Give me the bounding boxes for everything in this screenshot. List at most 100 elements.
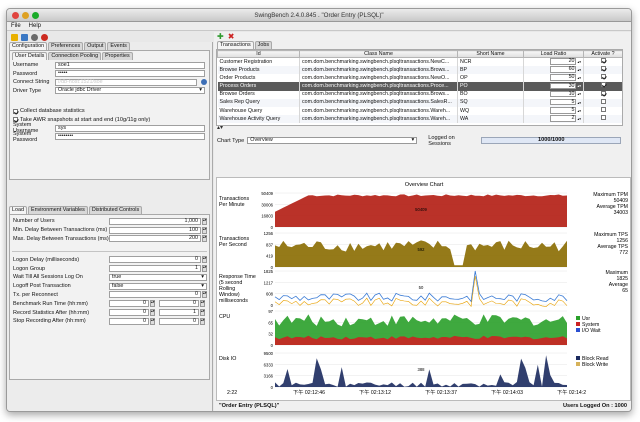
users-spinner[interactable]: 1,000 <box>109 217 201 225</box>
table-row[interactable]: Customer Registration com.dom.benchmarkin… <box>217 57 622 66</box>
tab-user-details[interactable]: User Details <box>12 52 48 60</box>
col-id[interactable]: Id <box>217 50 300 58</box>
activate-checkbox[interactable] <box>600 98 606 104</box>
load-ratio-stepper[interactable]: ▴▾ <box>577 92 581 96</box>
min-delay-spinner[interactable]: 100 <box>109 226 201 234</box>
load-ratio-stepper[interactable]: ▴▾ <box>577 109 581 113</box>
sys-username-field[interactable]: sys <box>55 124 205 132</box>
tab-load[interactable]: Load <box>9 206 27 214</box>
activate-checkbox[interactable] <box>600 58 606 63</box>
max-delay-stepper[interactable]: ▴▾ <box>202 235 207 243</box>
refresh-icon[interactable] <box>31 33 38 41</box>
load-ratio-spinner[interactable]: 50 <box>550 74 577 81</box>
stop-minutes-stepper[interactable]: ▴▾ <box>200 317 205 325</box>
tick-label: 65 <box>268 320 273 325</box>
menu-file[interactable]: File <box>11 23 21 29</box>
connect-string-field[interactable]: //db-host:1521/soe <box>55 78 197 86</box>
load-ratio-stepper[interactable]: ▴▾ <box>577 117 581 121</box>
table-row[interactable]: Process Orders com.dom.benchmarking.swing… <box>217 82 622 91</box>
min-delay-stepper[interactable]: ▴▾ <box>202 226 207 234</box>
logon-delay-spinner[interactable]: 0 <box>109 256 201 264</box>
password-field[interactable]: ••••• <box>55 70 205 78</box>
stop-icon[interactable] <box>41 33 48 41</box>
connection-test-icon[interactable] <box>201 79 207 86</box>
splitter-handle-icon[interactable]: ▴▾ <box>217 124 223 131</box>
load-ratio-spinner[interactable]: 60 <box>550 66 577 73</box>
save-icon[interactable] <box>21 33 28 41</box>
activate-checkbox[interactable] <box>600 66 606 72</box>
wait-select[interactable]: true ▾ <box>109 273 207 281</box>
load-ratio-stepper[interactable]: ▴▾ <box>577 76 581 80</box>
load-ratio-stepper[interactable]: ▴▾ <box>577 60 581 64</box>
logon-group-spinner[interactable]: 1 <box>109 265 201 273</box>
tab-distributed-controls[interactable]: Distributed Controls <box>88 206 143 214</box>
reconnect-spinner[interactable]: 0 <box>109 291 201 299</box>
row-class: com.dom.benchmarking.swingbench.plsqltra… <box>299 74 458 83</box>
runtime-minutes-stepper[interactable]: ▴▾ <box>200 300 205 308</box>
activate-checkbox[interactable] <box>600 74 606 80</box>
stop-hours[interactable]: 0 <box>109 317 149 325</box>
col-short[interactable]: Short Name <box>457 50 524 58</box>
load-ratio-spinner[interactable]: 30 <box>550 82 577 90</box>
logoff-select[interactable]: false ▾ <box>109 282 207 290</box>
logon-group-stepper[interactable]: ▴▾ <box>202 265 207 273</box>
runtime-hours[interactable]: 0 <box>109 300 149 308</box>
table-row[interactable]: Order Products com.dom.benchmarking.swing… <box>217 74 622 83</box>
runtime-hours-stepper[interactable]: ▴▾ <box>150 300 155 308</box>
table-row[interactable]: Sales Rep Query com.dom.benchmarking.swin… <box>217 98 622 107</box>
activate-checkbox[interactable] <box>600 82 606 88</box>
load-ratio-stepper[interactable]: ▴▾ <box>577 101 581 105</box>
load-ratio-spinner[interactable]: 5 <box>550 99 577 106</box>
users-stepper[interactable]: ▴▾ <box>202 217 207 225</box>
table-row[interactable]: Browse Orders com.dom.benchmarking.swingb… <box>217 90 622 99</box>
record-hours[interactable]: 0 <box>109 309 149 317</box>
tab-environment-variables[interactable]: Environment Variables <box>28 206 88 214</box>
record-minutes[interactable]: 1 <box>159 309 199 317</box>
activate-checkbox[interactable] <box>600 115 606 121</box>
load-ratio-spinner[interactable]: 2 <box>550 115 577 122</box>
awr-checkbox[interactable] <box>13 117 18 123</box>
record-minutes-stepper[interactable]: ▴▾ <box>200 309 205 317</box>
load-ratio-spinner[interactable]: 20 <box>550 58 577 65</box>
driver-select[interactable]: Oracle jdbc Driver ▾ <box>55 87 205 95</box>
tab-output[interactable]: Output <box>84 42 107 50</box>
record-hours-stepper[interactable]: ▴▾ <box>150 309 155 317</box>
load-ratio-spinner[interactable]: 5 <box>550 107 577 114</box>
table-row[interactable]: Warehouse Activity Query com.dom.benchmar… <box>217 115 622 124</box>
open-icon[interactable] <box>11 33 18 41</box>
max-delay-spinner[interactable]: 200 <box>109 235 201 243</box>
menu-help[interactable]: Help <box>29 23 41 29</box>
load-ratio-stepper[interactable]: ▴▾ <box>577 84 581 88</box>
reconnect-stepper[interactable]: ▴▾ <box>202 291 207 299</box>
activate-checkbox[interactable] <box>600 107 606 113</box>
table-row[interactable]: Browse Products com.dom.benchmarking.swin… <box>217 66 622 75</box>
tab-jobs[interactable]: Jobs <box>254 41 273 49</box>
minimize-icon[interactable] <box>22 12 29 19</box>
collect-stats-checkbox[interactable] <box>13 108 18 114</box>
activate-checkbox[interactable] <box>600 90 606 96</box>
load-ratio-spinner[interactable]: 10 <box>550 90 577 98</box>
load-ratio-stepper[interactable]: ▴▾ <box>577 68 581 72</box>
zoom-icon[interactable] <box>32 12 39 19</box>
add-icon[interactable]: ✚ <box>217 32 224 41</box>
stop-minutes[interactable]: 0 <box>159 317 199 325</box>
col-class[interactable]: Class Name <box>299 50 458 58</box>
username-field[interactable]: soe1 <box>55 61 205 69</box>
row-id: Customer Registration <box>217 57 300 66</box>
delete-icon[interactable]: ✖ <box>228 32 235 41</box>
tab-preferences[interactable]: Preferences <box>48 42 84 50</box>
tab-events[interactable]: Events <box>107 42 130 50</box>
logon-delay-stepper[interactable]: ▴▾ <box>202 256 207 264</box>
sys-password-field[interactable]: •••••••• <box>55 133 205 141</box>
col-activate[interactable]: Activate ? <box>583 50 622 58</box>
runtime-minutes[interactable]: 0 <box>159 300 199 308</box>
tab-transactions[interactable]: Transactions <box>217 41 254 49</box>
tab-properties[interactable]: Properties <box>102 52 133 60</box>
close-icon[interactable] <box>12 12 19 19</box>
tab-configuration[interactable]: Configuration <box>9 42 48 50</box>
chart-type-select[interactable]: Overview ▾ <box>247 137 418 144</box>
table-row[interactable]: Warehouse Query com.dom.benchmarking.swin… <box>217 106 622 116</box>
tab-connection-pooling[interactable]: Connection Pooling <box>48 52 102 60</box>
col-ratio[interactable]: Load Ratio <box>523 50 584 58</box>
stop-hours-stepper[interactable]: ▴▾ <box>150 317 155 325</box>
